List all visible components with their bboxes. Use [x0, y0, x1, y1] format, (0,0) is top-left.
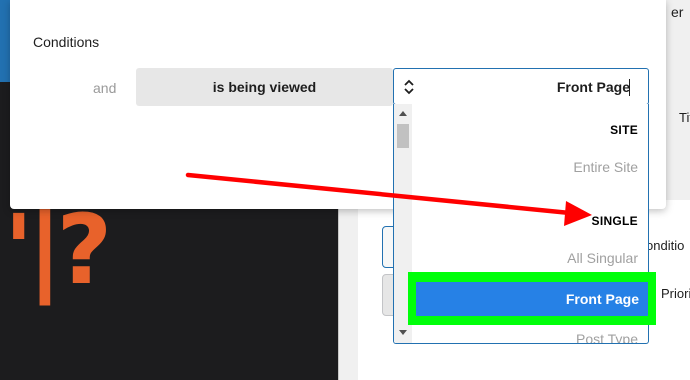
modal-title: Conditions — [33, 34, 100, 50]
option-front-page-selected[interactable]: Front Page — [416, 282, 648, 316]
option-entire-site[interactable]: Entire Site — [573, 159, 638, 175]
condition-type-label: is being viewed — [212, 79, 317, 95]
option-group-single: SINGLE — [591, 214, 638, 228]
condition-connector: and — [93, 80, 117, 96]
scroll-up-arrow-icon[interactable] — [399, 111, 407, 116]
sidebar-row-label: Priori — [661, 286, 690, 301]
editor-accent-bar — [0, 0, 10, 82]
screenshot-stage: '|? er Tit onditio Priori Conditions and… — [0, 0, 690, 380]
option-post-type[interactable]: Post Type — [576, 331, 638, 343]
option-all-singular[interactable]: All Singular — [567, 250, 638, 266]
option-front-page-label: Front Page — [565, 291, 639, 307]
text-cursor — [629, 79, 630, 96]
sidebar-row-label: Tit — [679, 110, 690, 125]
chevron-up-down-icon — [404, 79, 414, 95]
condition-type-select[interactable]: is being viewed — [136, 68, 393, 106]
sidebar-row-label: onditio — [646, 238, 685, 253]
scroll-down-arrow-icon[interactable] — [399, 330, 407, 335]
editor-logo-fragment: '|? — [4, 194, 112, 306]
condition-value-text: Front Page — [556, 79, 630, 95]
condition-value-select[interactable]: Front Page — [393, 68, 649, 105]
scrollbar-thumb[interactable] — [397, 124, 409, 148]
option-group-site: SITE — [610, 123, 638, 137]
sidebar-header-fragment: er — [671, 4, 684, 20]
